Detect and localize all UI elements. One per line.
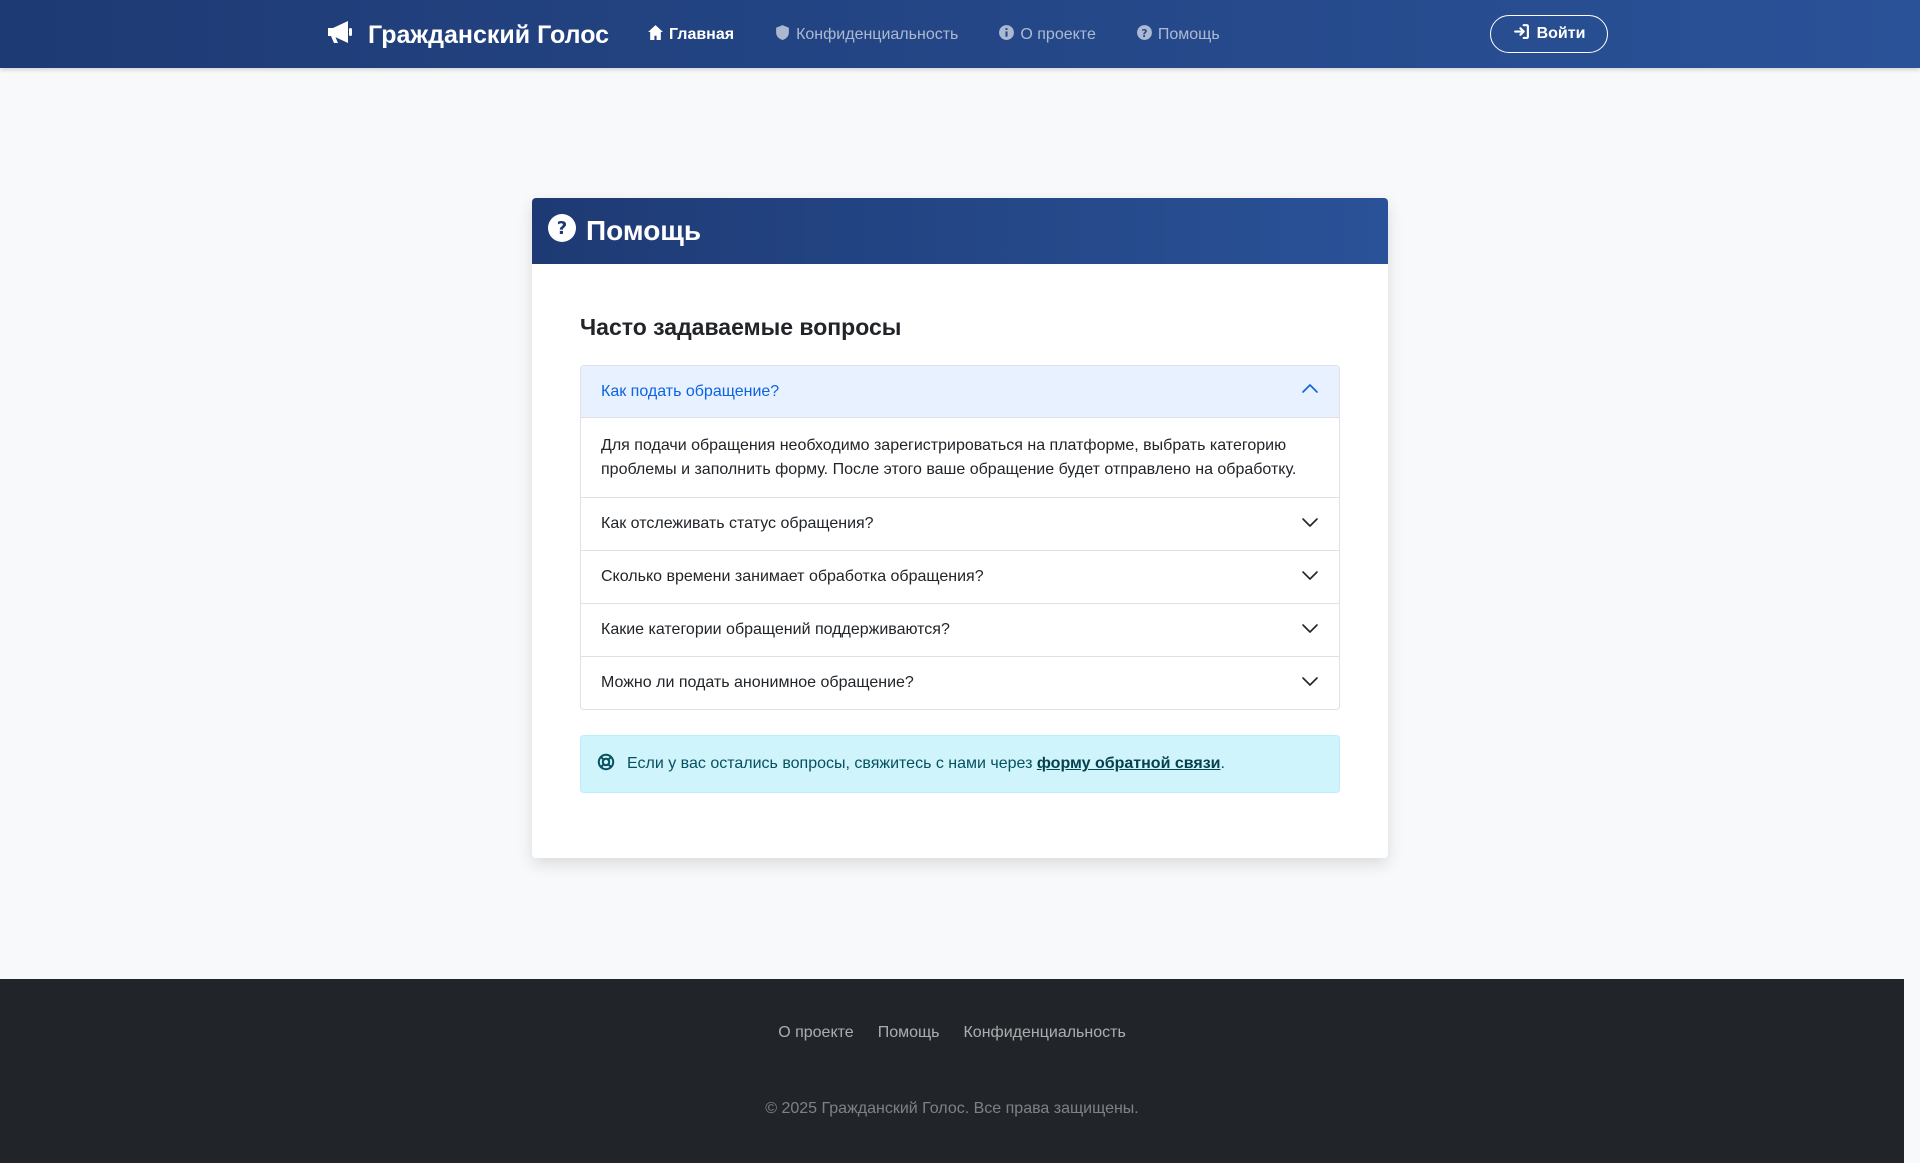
brand-name: Гражданский Голос bbox=[368, 20, 610, 49]
help-card: ? Помощь Часто задаваемые вопросы Как по… bbox=[532, 198, 1388, 858]
copyright: © 2025 Гражданский Голос. Все права защи… bbox=[765, 1100, 1139, 1117]
faq-item: Можно ли подать анонимное обращение? bbox=[581, 656, 1339, 709]
footer: О проекте Помощь Конфиденциальность © 20… bbox=[0, 979, 1904, 1163]
footer-link-help[interactable]: Помощь bbox=[878, 1024, 940, 1042]
sign-in-icon bbox=[1513, 23, 1530, 45]
faq-question-button[interactable]: Какие категории обращений поддерживаются… bbox=[581, 604, 1339, 656]
chevron-down-icon bbox=[1301, 672, 1319, 695]
faq-item: Сколько времени занимает обработка обращ… bbox=[581, 550, 1339, 603]
chevron-down-icon bbox=[1301, 566, 1319, 589]
nav-link-label: О проекте bbox=[1020, 26, 1096, 43]
faq-heading: Часто задаваемые вопросы bbox=[580, 314, 902, 340]
chevron-down-icon bbox=[1301, 513, 1319, 536]
nav-link-privacy[interactable]: Конфиденциальность bbox=[774, 24, 958, 46]
footer-link-about[interactable]: О проекте bbox=[778, 1024, 853, 1042]
shield-icon bbox=[774, 24, 791, 46]
faq-question: Какие категории обращений поддерживаются… bbox=[601, 621, 950, 638]
faq-question-button[interactable]: Как отслеживать статус обращения? bbox=[581, 498, 1339, 550]
megaphone-icon bbox=[326, 19, 354, 52]
login-button[interactable]: Войти bbox=[1490, 15, 1608, 53]
nav-link-label: Главная bbox=[669, 26, 735, 43]
alert-text-wrap: Если у вас остались вопросы, свяжитесь с… bbox=[627, 755, 1225, 773]
faq-question-button[interactable]: Сколько времени занимает обработка обращ… bbox=[581, 551, 1339, 603]
chevron-up-icon bbox=[1301, 380, 1319, 403]
alert-text: Если у вас остались вопросы, свяжитесь с… bbox=[627, 755, 1037, 772]
life-ring-icon bbox=[597, 753, 615, 776]
footer-links: О проекте Помощь Конфиденциальность bbox=[0, 1024, 1904, 1042]
faq-answer: Для подачи обращения необходимо зарегист… bbox=[601, 437, 1297, 478]
contact-alert: Если у вас остались вопросы, свяжитесь с… bbox=[580, 735, 1340, 793]
faq-question: Можно ли подать анонимное обращение? bbox=[601, 674, 914, 691]
alert-end: . bbox=[1220, 755, 1225, 772]
main-nav: Главная Конфиденциальность О проекте ? П… bbox=[647, 22, 1260, 48]
faq-item: Как отслеживать статус обращения? bbox=[581, 497, 1339, 550]
info-icon bbox=[998, 24, 1015, 46]
faq-item: Как подать обращение? Для подачи обращен… bbox=[581, 366, 1339, 497]
card-header: ? Помощь bbox=[532, 198, 1388, 264]
question-icon: ? bbox=[1136, 24, 1153, 46]
nav-link-help[interactable]: ? Помощь bbox=[1136, 24, 1220, 46]
chevron-down-icon bbox=[1301, 619, 1319, 642]
faq-question: Как подать обращение? bbox=[601, 382, 780, 400]
nav-link-label: Конфиденциальность bbox=[796, 26, 959, 43]
top-navbar: Гражданский Голос Главная Конфиденциальн… bbox=[0, 0, 1920, 68]
login-label: Войти bbox=[1536, 25, 1586, 42]
brand-link[interactable]: Гражданский Голос bbox=[326, 18, 609, 52]
svg-text:?: ? bbox=[557, 218, 567, 239]
nav-link-about[interactable]: О проекте bbox=[998, 24, 1096, 46]
footer-link-privacy[interactable]: Конфиденциальность bbox=[963, 1024, 1125, 1042]
faq-question-button[interactable]: Можно ли подать анонимное обращение? bbox=[581, 657, 1339, 709]
faq-question: Как отслеживать статус обращения? bbox=[601, 515, 874, 532]
faq-accordion: Как подать обращение? Для подачи обращен… bbox=[580, 365, 1340, 710]
nav-link-label: Помощь bbox=[1157, 26, 1220, 43]
faq-question: Сколько времени занимает обработка обращ… bbox=[601, 568, 984, 585]
faq-question-button[interactable]: Как подать обращение? bbox=[581, 366, 1339, 418]
faq-item: Какие категории обращений поддерживаются… bbox=[581, 603, 1339, 656]
question-circle-icon: ? bbox=[548, 213, 576, 249]
svg-text:?: ? bbox=[1141, 27, 1147, 40]
card-title: Помощь bbox=[586, 215, 702, 246]
feedback-form-link[interactable]: форму обратной связи bbox=[1037, 755, 1221, 772]
home-icon bbox=[647, 24, 664, 46]
nav-link-home[interactable]: Главная bbox=[647, 24, 734, 46]
